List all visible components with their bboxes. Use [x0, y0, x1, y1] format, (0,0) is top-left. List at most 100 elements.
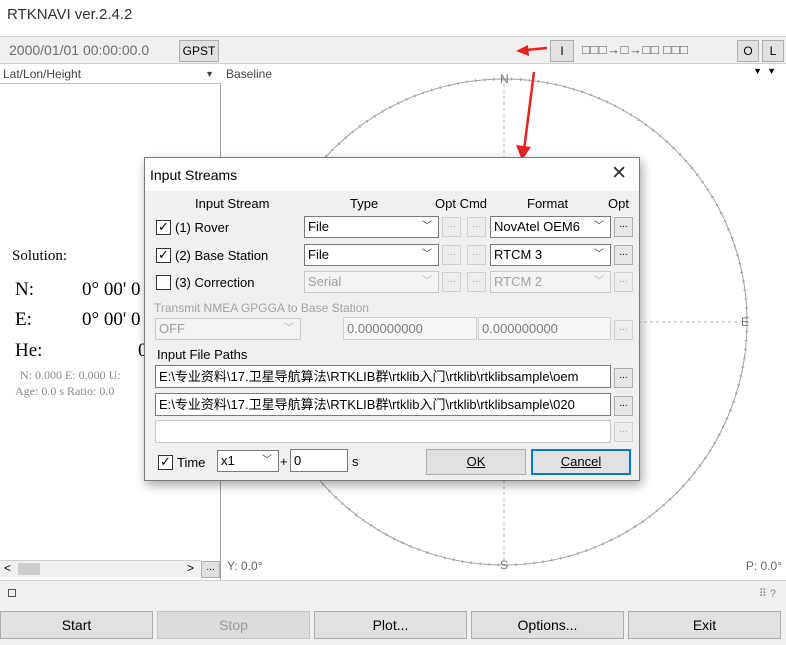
base-type-select[interactable]: File ﹀ — [304, 244, 439, 266]
cancel-button[interactable]: Cancel — [531, 449, 631, 475]
header-input-stream: Input Stream — [195, 196, 270, 211]
rover-label: (1) Rover — [175, 220, 230, 235]
header-format: Format — [527, 196, 569, 211]
solution-format-label: Lat/Lon/Height — [3, 67, 82, 81]
correction-type-select[interactable]: Serial ﹀ — [304, 271, 439, 293]
output-streams-button[interactable]: O — [737, 40, 759, 62]
correction-format-select[interactable]: RTCM 2 ﹀ — [490, 271, 611, 293]
input-streams-dialog: Input Streams ✕ Input Stream Type Opt Cm… — [144, 157, 640, 481]
window-title: RTKNAVI ver.2.4.2 — [7, 6, 133, 23]
time-speed-select[interactable]: x1 ﹀ — [217, 450, 279, 472]
chevron-down-icon: ﹀ — [422, 276, 432, 287]
compass-north-label: N — [500, 72, 509, 86]
input-streams-button[interactable]: I — [550, 40, 574, 62]
rover-type-select[interactable]: File ﹀ — [304, 216, 439, 238]
file-path-3-field[interactable] — [155, 420, 611, 443]
chevron-down-icon: ﹀ — [262, 455, 272, 466]
nmea-longitude-field[interactable]: 0.000000000 — [478, 317, 611, 340]
north-value: 0° 00' 0 — [82, 279, 141, 300]
scroll-left-icon[interactable]: < — [4, 561, 11, 575]
rover-cmd-button[interactable]: ... — [467, 217, 486, 237]
rover-opt-button[interactable]: ... — [442, 217, 461, 237]
correction-format-value: RTCM 2 — [494, 274, 543, 289]
compass-south-label: S — [500, 558, 508, 572]
scroll-right-icon[interactable]: > — [187, 561, 194, 575]
start-button[interactable]: Start — [0, 611, 153, 639]
exit-button[interactable]: Exit — [628, 611, 781, 639]
nmea-mode-select[interactable]: OFF ﹀ — [155, 318, 301, 340]
time-system-button[interactable]: GPST — [179, 40, 219, 62]
chevron-down-icon: ﹀ — [594, 276, 604, 287]
plot-button[interactable]: Plot... — [314, 611, 467, 639]
log-streams-button[interactable]: L — [762, 40, 784, 62]
correction-checkbox[interactable] — [156, 275, 171, 290]
base-format-value: RTCM 3 — [494, 247, 543, 262]
time-checkbox[interactable]: ✓ — [158, 455, 173, 470]
age-ratio-stats: Age: 0.0 s Ratio: 0.0 — [15, 384, 115, 398]
base-cmd-button[interactable]: ... — [467, 245, 486, 265]
file-path-1-field[interactable]: E:\专业资料\17.卫星导航算法\RTKLIB群\rtklib入门\rtkli… — [155, 365, 611, 388]
stream-status-indicator: □□□→□→□□ □□□ — [582, 42, 689, 57]
time-label: Time — [177, 455, 206, 470]
chevron-down-icon: ﹀ — [422, 249, 432, 260]
dialog-title: Input Streams — [150, 167, 238, 183]
correction-type-value: Serial — [308, 274, 342, 289]
chevron-down-icon: ﹀ — [594, 249, 604, 260]
nmea-latitude-field[interactable]: 0.000000000 — [343, 317, 477, 340]
options-button[interactable]: Options... — [471, 611, 624, 639]
solution-more-button[interactable]: ... — [201, 561, 220, 578]
file-path-2-browse-button[interactable]: ... — [614, 396, 633, 416]
correction-label: (3) Correction — [175, 275, 255, 290]
yaw-readout: Y: 0.0° — [227, 559, 263, 573]
file-path-1-browse-button[interactable]: ... — [614, 368, 633, 388]
chevron-down-icon: ﹀ — [594, 221, 604, 232]
close-icon[interactable]: ✕ — [611, 162, 627, 185]
time-speed-value: x1 — [221, 453, 235, 468]
time-plus-label: + — [280, 454, 288, 469]
nmea-label: Transmit NMEA GPGGA to Base Station — [154, 301, 369, 315]
base-station-label: (2) Base Station — [175, 248, 269, 263]
rover-format-opt-button[interactable]: ... — [614, 217, 633, 237]
correction-opt-button[interactable]: ... — [442, 272, 461, 292]
base-opt-button[interactable]: ... — [442, 245, 461, 265]
std-dev-stats: N: 0.000 E: 0.000 U: — [20, 368, 121, 382]
rover-checkbox[interactable]: ✓ — [156, 220, 171, 235]
solution-format-selector[interactable]: Lat/Lon/Height ▼ — [0, 66, 221, 84]
base-type-value: File — [308, 247, 329, 262]
nmea-mode-value: OFF — [159, 321, 185, 336]
file-path-2-field[interactable]: E:\专业资料\17.卫星导航算法\RTKLIB群\rtklib入门\rtkli… — [155, 393, 611, 416]
chevron-down-icon: ﹀ — [284, 323, 294, 334]
correction-cmd-button[interactable]: ... — [467, 272, 486, 292]
north-label: N: — [15, 279, 34, 300]
base-format-opt-button[interactable]: ... — [614, 245, 633, 265]
nmea-position-button[interactable]: ... — [614, 320, 633, 340]
solution-label: Solution: — [12, 248, 68, 264]
scrollbar-thumb[interactable] — [18, 563, 40, 575]
resize-grip-icon[interactable]: ⠿ ? — [759, 587, 776, 600]
chevron-down-icon: ﹀ — [422, 221, 432, 232]
base-format-select[interactable]: RTCM 3 ﹀ — [490, 244, 611, 266]
cancel-button-label: Cancel — [560, 454, 602, 469]
stop-button[interactable]: Stop — [157, 611, 310, 639]
ok-button[interactable]: OK — [426, 449, 526, 475]
time-offset-unit: s — [352, 454, 359, 469]
solution-scrollbar[interactable]: < > — [0, 560, 200, 577]
status-bar: ⠿ ? — [0, 580, 786, 606]
file-paths-label: Input File Paths — [157, 347, 248, 362]
file-path-3-browse-button[interactable]: ... — [614, 422, 633, 442]
correction-format-opt-button[interactable]: ... — [614, 272, 633, 292]
command-bar: Start Stop Plot... Options... Exit — [0, 606, 786, 645]
time-offset-field[interactable]: 0 — [290, 449, 348, 472]
dialog-title-bar: Input Streams ✕ — [145, 158, 639, 191]
east-label: E: — [15, 309, 32, 330]
toolbar: 2000/01/01 00:00:00.0 GPST I □□□→□→□□ □□… — [0, 36, 786, 64]
height-label: He: — [15, 340, 43, 361]
rover-format-select[interactable]: NovAtel OEM6 ﹀ — [490, 216, 611, 238]
base-station-checkbox[interactable]: ✓ — [156, 248, 171, 263]
status-indicator-icon — [8, 589, 16, 597]
rover-format-value: NovAtel OEM6 — [494, 219, 580, 234]
header-opt-cmd: Opt Cmd — [435, 196, 488, 211]
title-bar: RTKNAVI ver.2.4.2 — [0, 0, 786, 34]
datetime-display: 2000/01/01 00:00:00.0 — [9, 42, 150, 58]
ok-button-label: OK — [466, 454, 486, 469]
